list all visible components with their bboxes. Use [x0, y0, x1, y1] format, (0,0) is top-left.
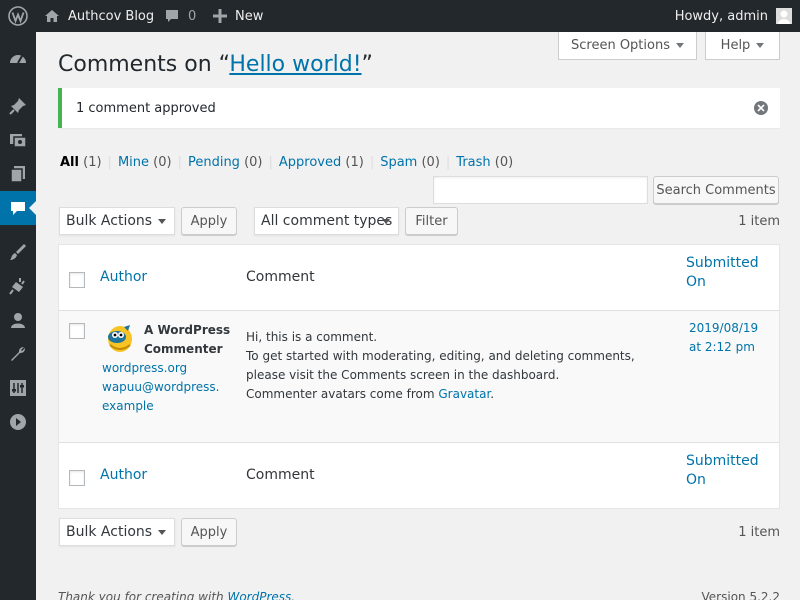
author-column-header[interactable]: Author: [100, 269, 147, 285]
howdy-text: Howdy, admin: [674, 8, 768, 24]
select-all-checkbox[interactable]: [69, 272, 85, 288]
success-notice: 1 comment approved: [58, 88, 780, 128]
new-label: New: [235, 8, 264, 24]
posts-pin-icon[interactable]: [0, 89, 36, 123]
filter-pending[interactable]: Pending (0): [188, 155, 263, 170]
caret-down-icon: [756, 43, 765, 48]
search-input[interactable]: [433, 176, 648, 204]
title-suffix: ”: [361, 52, 373, 77]
dashboard-icon[interactable]: [0, 43, 36, 77]
wordpress-logo-icon[interactable]: [8, 0, 28, 32]
comment-text: Hi, this is a comment. To get started wi…: [246, 330, 635, 401]
screen-options-button[interactable]: Screen Options: [558, 32, 697, 60]
admin-sidebar: [0, 32, 36, 600]
help-label: Help: [720, 38, 751, 53]
dismiss-icon[interactable]: [754, 101, 768, 115]
admin-bar: Authcov Blog 0 New Howdy, admin: [0, 0, 800, 32]
author-name: A WordPress Commenter: [144, 323, 231, 356]
submitted-on-column-header[interactable]: Submitted On: [686, 254, 766, 292]
comments-menu-icon[interactable]: [0, 191, 36, 225]
new-content-link[interactable]: New: [213, 0, 263, 32]
row-checkbox[interactable]: [69, 323, 85, 339]
filter-spam[interactable]: Spam (0): [380, 155, 440, 170]
submitted-on-column-footer[interactable]: Submitted On: [686, 452, 766, 490]
filter-button[interactable]: Filter: [405, 207, 458, 235]
comments-link[interactable]: 0: [164, 0, 196, 32]
title-prefix: Comments on “: [58, 52, 230, 77]
author-email-link[interactable]: wapuu@wordpress. example: [102, 378, 219, 416]
comment-status-filters: All (1) | Mine (0) | Pending (0) | Appro…: [60, 155, 514, 170]
help-button[interactable]: Help: [705, 32, 780, 60]
wordpress-footer-link[interactable]: WordPress: [227, 590, 291, 600]
comment-column-header: Comment: [246, 269, 315, 285]
users-icon[interactable]: [0, 303, 36, 337]
author-column-footer[interactable]: Author: [100, 467, 147, 483]
screen-options-label: Screen Options: [571, 38, 670, 53]
filter-approved[interactable]: Approved (1): [279, 155, 364, 170]
plus-icon: [213, 9, 227, 23]
comment-type-select[interactable]: All comment types: [254, 207, 399, 235]
gravatar-link[interactable]: Gravatar: [438, 387, 490, 401]
avatar: [776, 8, 792, 24]
caret-down-icon: [382, 219, 390, 224]
appearance-brush-icon[interactable]: [0, 235, 36, 269]
comment-date-link[interactable]: 2019/08/19 at 2:12 pm: [689, 319, 769, 357]
filter-all[interactable]: All (1): [60, 155, 102, 170]
select-all-checkbox-bottom[interactable]: [69, 470, 85, 486]
filter-trash[interactable]: Trash (0): [456, 155, 513, 170]
bulk-actions-select-top[interactable]: Bulk Actions: [59, 207, 175, 235]
page-title: Comments on “Hello world!”: [58, 52, 373, 77]
settings-sliders-icon[interactable]: [0, 371, 36, 405]
apply-button-bottom[interactable]: Apply: [181, 518, 237, 546]
caret-down-icon: [676, 43, 684, 48]
author-url-link[interactable]: wordpress.org: [102, 359, 187, 378]
footer-version: Version 5.2.2: [701, 590, 780, 600]
filter-mine[interactable]: Mine (0): [118, 155, 172, 170]
caret-down-icon: [158, 530, 166, 535]
tools-wrench-icon[interactable]: [0, 337, 36, 371]
comment-type-value: All comment types: [261, 213, 393, 229]
caret-down-icon: [158, 219, 166, 224]
bulk-actions-select-bottom[interactable]: Bulk Actions: [59, 518, 175, 546]
my-account-link[interactable]: Howdy, admin: [675, 0, 792, 32]
search-comments-button[interactable]: Search Comments: [653, 176, 779, 204]
comment-bubble-icon: [164, 8, 180, 24]
footer-thanks: Thank you for creating with WordPress.: [58, 590, 295, 600]
comments-count: 0: [188, 8, 197, 24]
post-title-link[interactable]: Hello world!: [229, 52, 361, 77]
bulk-actions-value: Bulk Actions: [66, 524, 153, 540]
plugins-icon[interactable]: [0, 269, 36, 303]
items-count-top: 1 item: [738, 214, 780, 229]
home-icon: [44, 8, 60, 24]
notice-message: 1 comment approved: [76, 100, 216, 116]
commenter-avatar: [104, 323, 136, 355]
comment-column-footer: Comment: [246, 467, 315, 483]
bulk-actions-value: Bulk Actions: [66, 213, 153, 229]
comments-table: Author Comment Submitted On A WordPress Co…: [58, 244, 780, 509]
main-content: Screen Options Help Comments on “Hello w…: [36, 32, 800, 600]
media-icon[interactable]: [0, 123, 36, 157]
apply-button-top[interactable]: Apply: [181, 207, 237, 235]
table-header: Author Comment Submitted On: [59, 245, 779, 311]
items-count-bottom: 1 item: [738, 525, 780, 540]
collapse-menu-icon[interactable]: [0, 405, 36, 439]
site-name-link[interactable]: Authcov Blog: [44, 0, 154, 32]
table-row: A WordPress Commenter wordpress.org wapuu…: [59, 311, 779, 442]
table-footer: Author Comment Submitted On: [59, 442, 779, 508]
pages-icon[interactable]: [0, 157, 36, 191]
site-name: Authcov Blog: [68, 8, 155, 24]
